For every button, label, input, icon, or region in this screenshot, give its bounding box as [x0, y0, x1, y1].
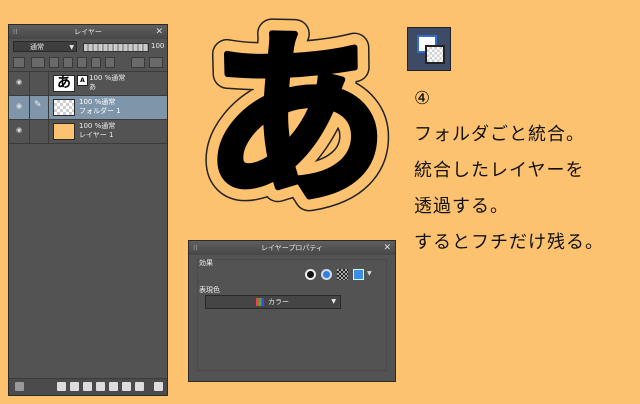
opacity-slider[interactable]: [83, 43, 149, 52]
transfer-down-icon[interactable]: [96, 382, 105, 391]
layer-thumbnail: [53, 123, 75, 140]
chevron-down-icon: ▼: [69, 44, 74, 51]
menu-icon[interactable]: [15, 382, 24, 391]
tone-icon[interactable]: [337, 269, 348, 280]
layer-color-effect-icon[interactable]: [353, 269, 364, 280]
layer-title: あ: [89, 83, 96, 91]
merge-down-icon[interactable]: [109, 382, 118, 391]
new-folder-icon[interactable]: [83, 382, 92, 391]
props-panel-titlebar[interactable]: ⁞⁞ レイヤープロパティ ✕: [189, 241, 395, 255]
layer-row-folder[interactable]: ◉ ✎ 100 %通常 フォルダー 1: [9, 96, 167, 120]
layer-thumbnail: [53, 99, 75, 116]
eye-icon[interactable]: ◉: [13, 102, 25, 110]
grip-icon[interactable]: ⁞⁞: [13, 25, 17, 39]
mask-icon[interactable]: [105, 57, 115, 68]
reference-icon[interactable]: [49, 57, 59, 68]
eye-icon[interactable]: ◉: [13, 78, 25, 86]
new-vector-layer-icon[interactable]: [70, 382, 79, 391]
chevron-down-icon: ▼: [331, 298, 336, 305]
glyph-svg: あ あ あ: [188, 0, 404, 243]
text-layer-icon: A: [77, 75, 88, 86]
expression-color-label: 表現色: [199, 286, 220, 294]
layer-title: レイヤー 1: [79, 131, 114, 139]
border-effect-icon[interactable]: [305, 269, 316, 280]
extract-line-icon[interactable]: [321, 269, 332, 280]
apply-mask-icon[interactable]: [135, 382, 144, 391]
canvas-glyph: あ あ あ: [188, 0, 404, 243]
layer-lock-cell[interactable]: ✎: [29, 96, 49, 120]
layer-blend-info: 100 %通常: [79, 122, 116, 130]
color-swatch-icon: [256, 298, 264, 306]
instruction-line-3: 透過する。: [414, 196, 509, 217]
layer-thumbnail: あ: [53, 75, 75, 92]
layer-blend-info: 100 %通常: [79, 98, 116, 106]
instruction-line-1: フォルダごと統合。: [414, 124, 585, 145]
grip-icon[interactable]: ⁞⁞: [193, 241, 197, 255]
blend-mode-select[interactable]: 通常 ▼: [13, 41, 77, 52]
props-panel-title: レイヤープロパティ: [261, 244, 323, 252]
grid-icon[interactable]: [149, 57, 163, 68]
layer-lock-cell[interactable]: [29, 72, 49, 96]
layer-name: 100 %通常 レイヤー 1: [79, 122, 115, 140]
new-raster-layer-icon[interactable]: [57, 382, 66, 391]
clip-icon[interactable]: [31, 57, 45, 68]
expression-color-value: カラー: [268, 298, 289, 306]
layer-row-base[interactable]: ◉ 100 %通常 レイヤー 1: [9, 120, 167, 144]
layer-panel: ⁞⁞ レイヤー ✕ 通常 ▼ 100 ◉ あ A 100 %通常 あ ◉ ✎ 1…: [8, 24, 168, 396]
layer-toolbar-top: 通常 ▼ 100: [9, 39, 167, 55]
layer-name: 100 %通常 あ: [89, 74, 125, 92]
mask-create-icon[interactable]: [122, 382, 131, 391]
layer-color-icon[interactable]: [13, 57, 25, 68]
instruction-line-2: 統合したレイヤーを: [414, 160, 585, 181]
layer-property-panel: ⁞⁞ レイヤープロパティ ✕ 効果 ▼ 表現色 カラー ▼: [188, 240, 396, 382]
merge-front-square: [425, 45, 445, 64]
layer-panel-title: レイヤー: [74, 28, 102, 36]
chevron-down-icon[interactable]: ▼: [367, 270, 372, 277]
opacity-value[interactable]: 100: [151, 40, 164, 53]
pen-icon: ✎: [34, 100, 42, 110]
layer-toolbar-bottom: [9, 55, 167, 72]
instruction-line-4: するとフチだけ残る。: [414, 232, 604, 253]
draft-icon[interactable]: [63, 57, 73, 68]
eye-icon[interactable]: ◉: [13, 126, 25, 134]
ruler-icon[interactable]: [131, 57, 145, 68]
blend-mode-value: 通常: [30, 43, 44, 51]
layer-lock-cell[interactable]: [29, 120, 49, 144]
lock-transparency-icon[interactable]: [91, 57, 101, 68]
layer-panel-titlebar[interactable]: ⁞⁞ レイヤー ✕: [9, 25, 167, 39]
merge-layer-icon: [407, 27, 451, 71]
step-number: ④: [414, 88, 432, 109]
layer-title: フォルダー 1: [79, 107, 121, 115]
layer-blend-info: 100 %通常: [89, 74, 126, 82]
close-icon[interactable]: ✕: [383, 241, 391, 255]
layer-name: 100 %通常 フォルダー 1: [79, 98, 121, 116]
lock-icon[interactable]: [77, 57, 87, 68]
close-icon[interactable]: ✕: [155, 25, 163, 39]
layer-row-text[interactable]: ◉ あ A 100 %通常 あ: [9, 72, 167, 96]
glyph-fill: あ: [203, 12, 389, 218]
trash-icon[interactable]: [154, 382, 163, 391]
layer-panel-bottombar: [9, 378, 167, 395]
effect-label: 効果: [199, 259, 213, 267]
expression-color-select[interactable]: カラー ▼: [205, 295, 341, 309]
